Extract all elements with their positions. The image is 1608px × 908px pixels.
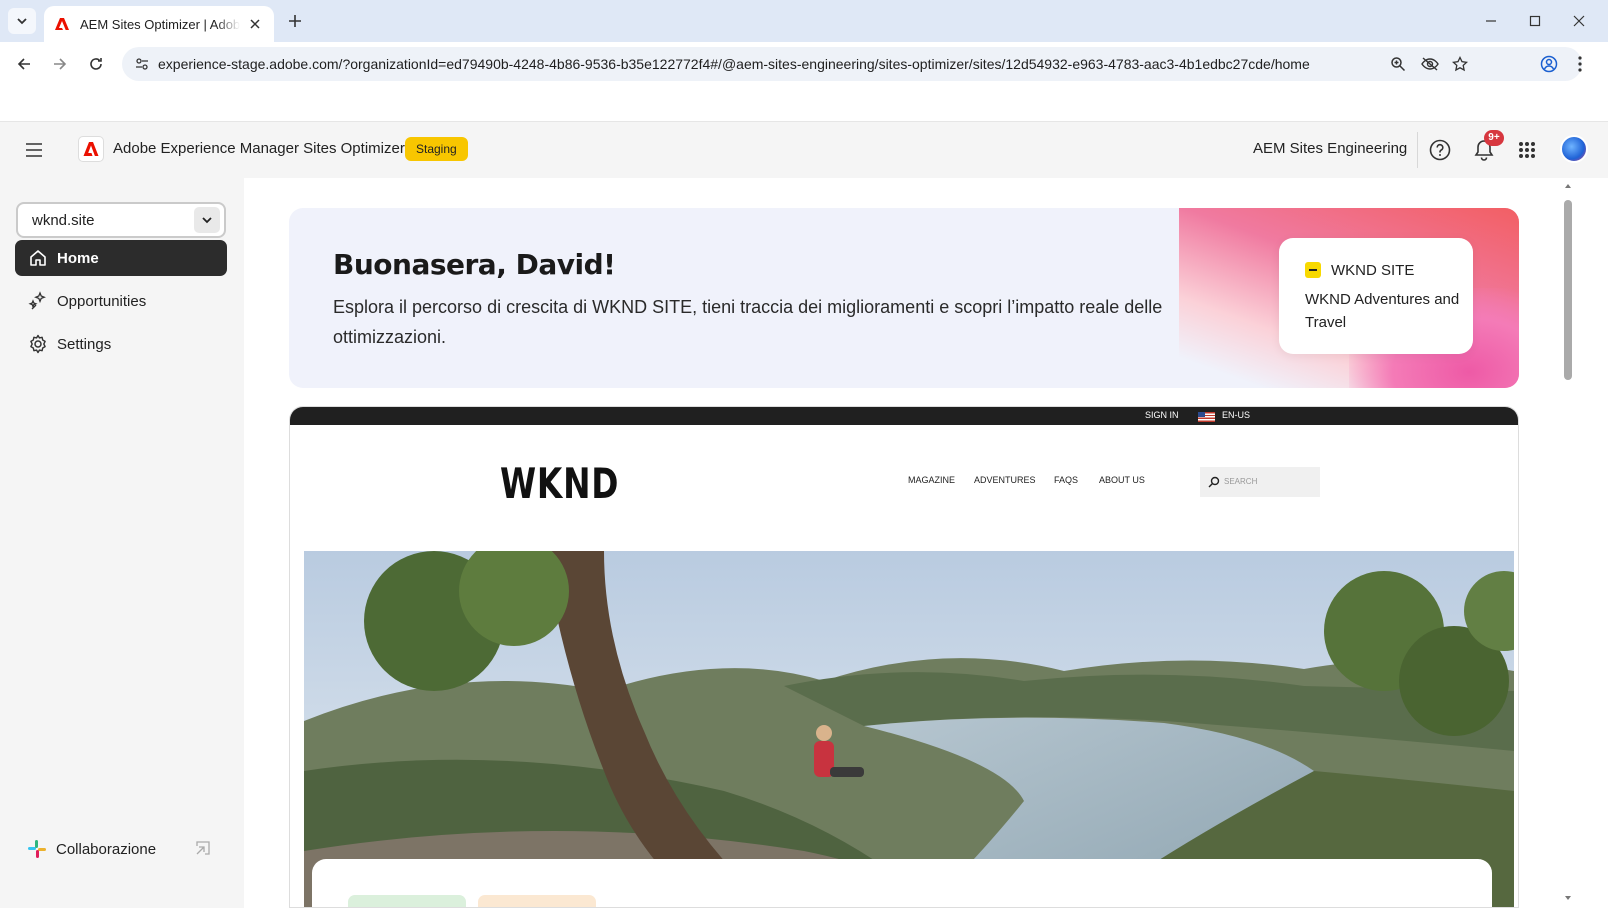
scroll-up-arrow-icon[interactable] [1564, 182, 1572, 190]
gear-icon [27, 333, 49, 355]
sidebar: wknd.site Home Opportunities Settings Co… [0, 178, 244, 908]
address-bar[interactable]: experience-stage.adobe.com/?organization… [122, 47, 1582, 81]
close-window-button[interactable] [1566, 8, 1592, 34]
minimize-button[interactable] [1478, 8, 1504, 34]
preview-search-placeholder: SEARCH [1224, 477, 1258, 486]
hamburger-icon [26, 143, 42, 157]
search-icon [1208, 476, 1220, 488]
sparkle-icon [27, 290, 49, 312]
arrow-right-icon [54, 58, 67, 70]
adobe-logo-icon [83, 142, 99, 156]
preview-nav-magazine: MAGAZINE [908, 475, 956, 485]
tab-close-icon[interactable] [246, 15, 264, 33]
account-icon [1540, 55, 1558, 73]
preview-status-pill [348, 895, 466, 907]
greeting-heading: Buonasera, David! [333, 248, 616, 281]
main-content: Buonasera, David! Esplora il percorso di… [244, 182, 1594, 908]
sidebar-item-settings[interactable]: Settings [15, 326, 227, 362]
forward-button[interactable] [46, 50, 74, 78]
menu-toggle-button[interactable] [22, 138, 46, 162]
site-badge-icon [1305, 262, 1321, 278]
sidebar-item-home[interactable]: Home [15, 240, 227, 276]
preview-nav-adventures: ADVENTURES [974, 475, 1036, 485]
tab-title: AEM Sites Optimizer | Adobe Experience M… [80, 16, 240, 32]
us-flag-icon [1198, 412, 1215, 422]
site-card: WKND SITE WKND Adventures and Travel [1279, 238, 1473, 354]
help-button[interactable] [1427, 137, 1453, 163]
apps-grid-icon [1519, 142, 1535, 158]
collapse-panel-button[interactable] [192, 837, 214, 859]
url-text: experience-stage.adobe.com/?organization… [158, 56, 1310, 72]
site-selector-value: wknd.site [32, 212, 95, 229]
site-selector[interactable]: wknd.site [16, 202, 226, 238]
site-info-icon[interactable] [130, 52, 154, 76]
page-top-gap [0, 86, 1608, 122]
wknd-logo: WKND [500, 459, 620, 508]
preview-topbar: SIGN IN EN-US [290, 407, 1518, 425]
adobe-favicon-icon [55, 18, 69, 30]
browser-toolbar: experience-stage.adobe.com/?organization… [0, 42, 1608, 86]
preview-sign-in-link: SIGN IN [1145, 410, 1179, 420]
arrow-left-icon [17, 58, 30, 70]
bookmark-star-icon[interactable] [1448, 52, 1472, 76]
adobe-logo[interactable] [78, 136, 104, 162]
notification-count-badge: 9+ [1484, 130, 1504, 146]
sidebar-item-label: Settings [57, 335, 112, 353]
plus-icon [289, 15, 301, 27]
site-card-name: WKND SITE [1331, 262, 1415, 279]
scrollbar-thumb[interactable] [1564, 200, 1572, 380]
preview-status-pill [478, 895, 596, 907]
main-scrollbar[interactable] [1560, 182, 1576, 908]
chevron-down-icon[interactable] [194, 207, 220, 233]
collaboration-link[interactable]: Collaborazione [26, 838, 156, 860]
user-avatar[interactable] [1560, 135, 1588, 163]
more-vertical-icon [1578, 56, 1582, 72]
sidebar-item-label: Home [57, 249, 99, 267]
greeting-subtitle: Esplora il percorso di crescita di WKND … [333, 297, 1163, 347]
browser-tab-active[interactable]: AEM Sites Optimizer | Adobe Experience M… [44, 6, 274, 42]
app-switcher-button[interactable] [1514, 137, 1540, 163]
browser-menu-button[interactable] [1566, 50, 1594, 78]
organization-switcher[interactable]: AEM Sites Engineering [1253, 140, 1407, 157]
tab-search-button[interactable] [8, 8, 36, 34]
preview-nav-faqs: FAQS [1054, 475, 1079, 485]
site-card-description: WKND Adventures and Travel [1305, 291, 1460, 331]
hero-landscape-image [304, 551, 1514, 907]
back-button[interactable] [10, 50, 38, 78]
preview-overlay-card [312, 859, 1492, 907]
preview-search-box: SEARCH [1200, 467, 1320, 497]
reload-button[interactable] [82, 50, 110, 78]
eye-off-icon[interactable] [1418, 52, 1442, 76]
maximize-icon [1529, 15, 1541, 27]
help-icon [1429, 139, 1451, 161]
reload-icon [90, 58, 102, 70]
app-title: Adobe Experience Manager Sites Optimizer [113, 140, 405, 157]
browser-tab-strip: AEM Sites Optimizer | Adobe Experience M… [0, 0, 1608, 42]
header-divider [1417, 132, 1418, 168]
app-header: Adobe Experience Manager Sites Optimizer… [0, 122, 1608, 178]
welcome-banner: Buonasera, David! Esplora il percorso di… [289, 208, 1519, 388]
new-tab-button[interactable] [284, 10, 306, 32]
preview-language-selector: EN-US [1222, 410, 1251, 420]
chevron-down-icon [17, 18, 27, 25]
site-preview: SIGN IN EN-US WKND MAGAZINE ADVENTURES F… [289, 406, 1519, 908]
home-icon [27, 247, 49, 269]
close-icon [1573, 15, 1585, 27]
maximize-button[interactable] [1522, 8, 1548, 34]
zoom-icon[interactable] [1386, 52, 1410, 76]
collaboration-label: Collaborazione [56, 840, 157, 858]
minimize-icon [1486, 20, 1496, 22]
slack-icon [28, 840, 46, 858]
dock-icon [196, 841, 210, 855]
environment-badge: Staging [405, 137, 468, 161]
preview-nav-about-us: ABOUT US [1099, 475, 1145, 485]
scroll-down-arrow-icon[interactable] [1564, 894, 1572, 902]
sidebar-item-label: Opportunities [57, 292, 147, 310]
sidebar-item-opportunities[interactable]: Opportunities [15, 283, 227, 319]
profile-button[interactable] [1535, 50, 1563, 78]
